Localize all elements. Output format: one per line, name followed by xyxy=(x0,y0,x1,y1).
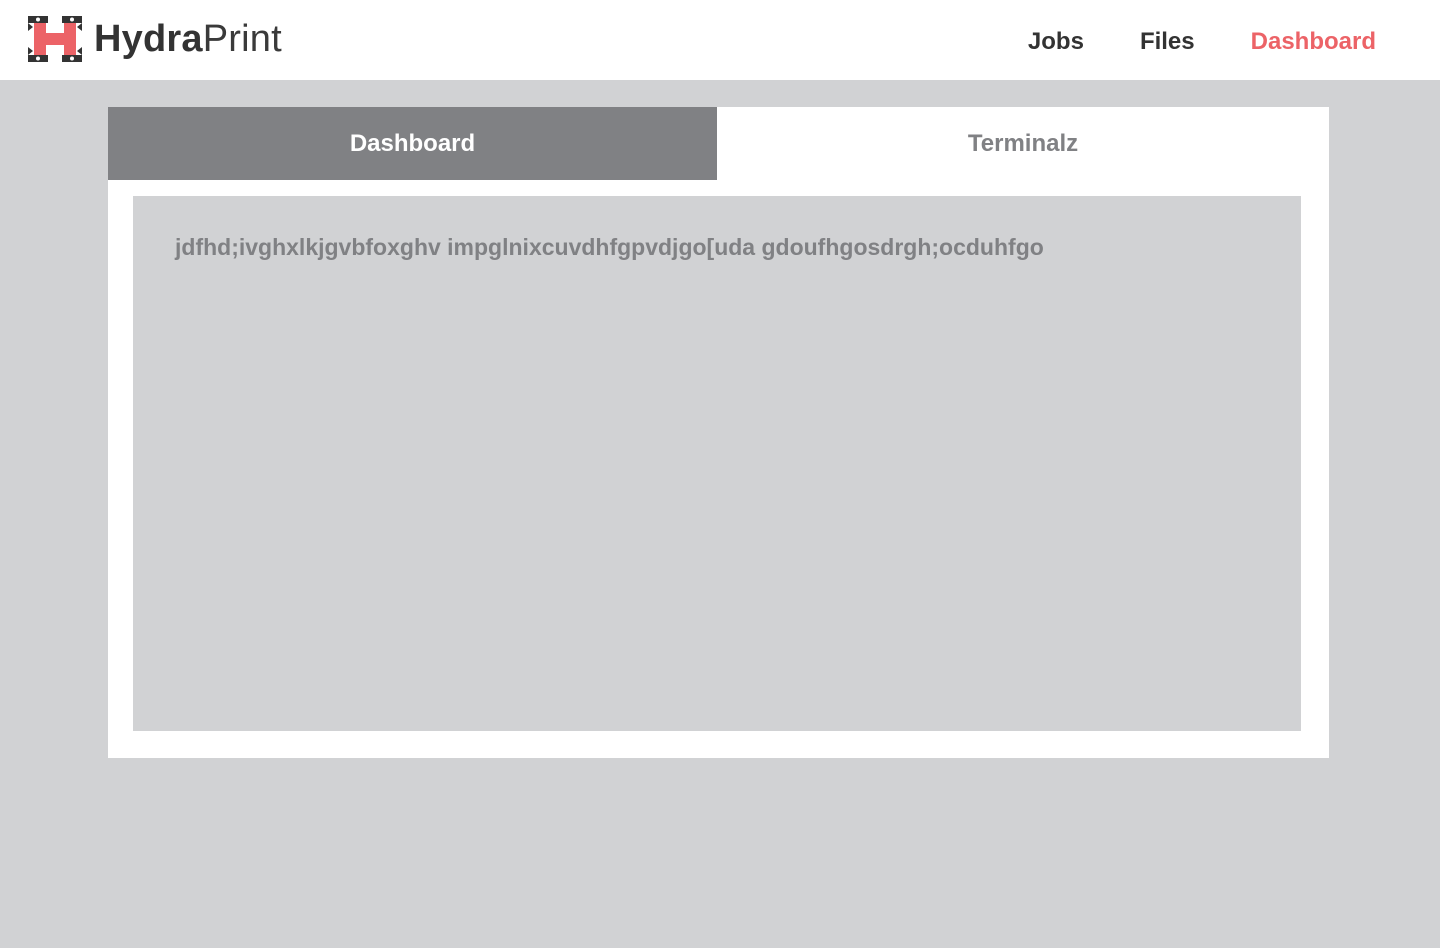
brand-name-bold: Hydra xyxy=(94,18,203,60)
panel-text: jdfhd;ivghxlkjgvbfoxghv impglnixcuvdhfgp… xyxy=(175,234,1044,260)
logo[interactable]: HydraPrint xyxy=(28,16,282,62)
dashboard-card: Dashboard Terminalz jdfhd;ivghxlkjgvbfox… xyxy=(108,107,1329,758)
nav-jobs[interactable]: Jobs xyxy=(1028,26,1084,58)
tab-dashboard[interactable]: Dashboard xyxy=(108,107,717,180)
hydra-h-logo-icon xyxy=(28,16,82,62)
tab-content-panel: jdfhd;ivghxlkjgvbfoxghv impglnixcuvdhfgp… xyxy=(133,196,1301,731)
brand-name-light: Print xyxy=(202,18,282,60)
tab-bar: Dashboard Terminalz xyxy=(108,107,1329,180)
brand-name: HydraPrint xyxy=(94,16,282,62)
main-nav: Jobs Files Dashboard xyxy=(1028,26,1376,58)
top-navbar: HydraPrint Jobs Files Dashboard xyxy=(0,0,1440,80)
nav-dashboard[interactable]: Dashboard xyxy=(1251,26,1376,58)
tab-terminalz[interactable]: Terminalz xyxy=(717,107,1329,180)
nav-files[interactable]: Files xyxy=(1140,26,1195,58)
